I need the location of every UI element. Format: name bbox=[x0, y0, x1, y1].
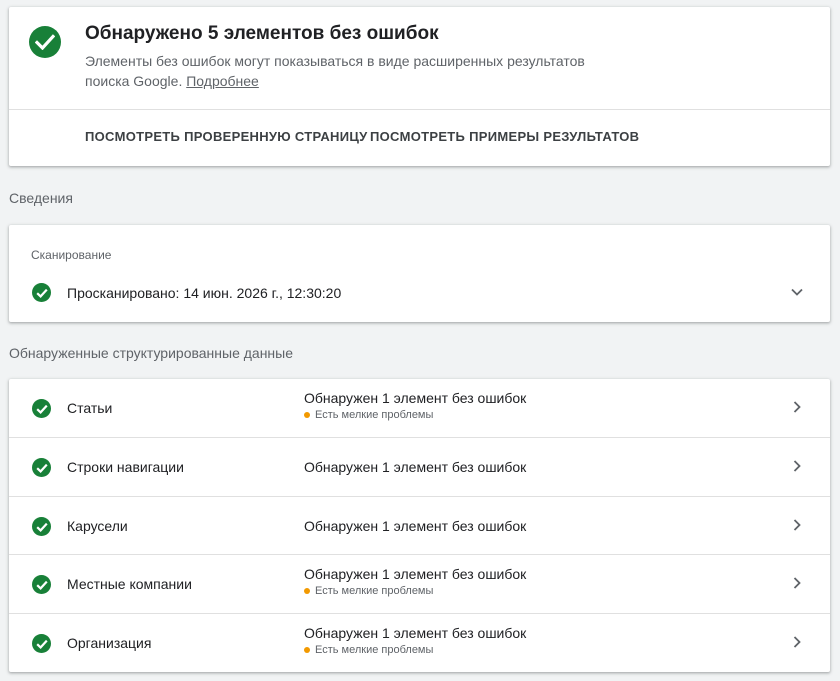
item-issue: Есть мелкие проблемы bbox=[304, 409, 433, 421]
chevron-right-icon[interactable] bbox=[790, 459, 804, 473]
crawl-status: Просканировано: 14 июн. 2026 г., 12:30:2… bbox=[67, 285, 342, 301]
list-item[interactable]: Карусели Обнаружен 1 элемент без ошибок bbox=[9, 497, 830, 555]
warning-dot-icon bbox=[304, 412, 310, 418]
check-circle-icon bbox=[32, 399, 51, 418]
summary-title: Обнаружено 5 элементов без ошибок bbox=[85, 23, 439, 44]
chevron-down-icon[interactable] bbox=[790, 285, 804, 299]
check-circle-icon bbox=[32, 458, 51, 477]
item-status: Обнаружен 1 элемент без ошибок bbox=[304, 459, 527, 475]
summary-card: Обнаружено 5 элементов без ошибок Элемен… bbox=[9, 7, 830, 166]
chevron-right-icon[interactable] bbox=[790, 518, 804, 532]
view-result-examples-button[interactable]: ПОСМОТРЕТЬ ПРИМЕРЫ РЕЗУЛЬТАТОВ bbox=[370, 129, 639, 144]
summary-description: Элементы без ошибок могут показываться в… bbox=[85, 51, 595, 91]
summary-description-text: Элементы без ошибок могут показываться в… bbox=[85, 53, 585, 89]
item-name: Строки навигации bbox=[67, 459, 184, 475]
check-circle-icon bbox=[32, 517, 51, 536]
list-item[interactable]: Местные компании Обнаружен 1 элемент без … bbox=[9, 555, 830, 614]
list-item[interactable]: Статьи Обнаружен 1 элемент без ошибок Есть… bbox=[9, 379, 830, 438]
warning-dot-icon bbox=[304, 588, 310, 594]
chevron-right-icon[interactable] bbox=[790, 400, 804, 414]
view-tested-page-button[interactable]: ПОСМОТРЕТЬ ПРОВЕРЕННУЮ СТРАНИЦУ bbox=[85, 129, 368, 144]
divider bbox=[9, 109, 830, 110]
warning-dot-icon bbox=[304, 647, 310, 653]
item-issue-text: Есть мелкие проблемы bbox=[315, 585, 434, 597]
item-name: Статьи bbox=[67, 400, 113, 416]
item-status: Обнаружен 1 элемент без ошибок bbox=[304, 566, 527, 582]
check-circle-icon bbox=[32, 575, 51, 594]
check-circle-icon bbox=[32, 634, 51, 653]
item-status: Обнаружен 1 элемент без ошибок bbox=[304, 390, 527, 406]
item-name: Местные компании bbox=[67, 576, 192, 592]
item-name: Организация bbox=[67, 635, 152, 651]
learn-more-link[interactable]: Подробнее bbox=[186, 73, 259, 89]
item-issue-text: Есть мелкие проблемы bbox=[315, 644, 434, 656]
structured-data-heading: Обнаруженные структурированные данные bbox=[9, 345, 294, 361]
item-issue: Есть мелкие проблемы bbox=[304, 644, 433, 656]
item-issue-text: Есть мелкие проблемы bbox=[315, 409, 434, 421]
check-circle-icon bbox=[32, 283, 51, 302]
list-item[interactable]: Строки навигации Обнаружен 1 элемент без … bbox=[9, 438, 830, 497]
structured-data-list: Статьи Обнаружен 1 элемент без ошибок Есть… bbox=[9, 379, 830, 672]
item-issue: Есть мелкие проблемы bbox=[304, 585, 433, 597]
item-status: Обнаружен 1 элемент без ошибок bbox=[304, 518, 527, 534]
item-status: Обнаружен 1 элемент без ошибок bbox=[304, 625, 527, 641]
chevron-right-icon[interactable] bbox=[790, 576, 804, 590]
crawl-card: Сканирование Просканировано: 14 июн. 202… bbox=[9, 225, 830, 322]
details-heading: Сведения bbox=[9, 190, 73, 206]
chevron-right-icon[interactable] bbox=[790, 635, 804, 649]
check-circle-icon bbox=[29, 26, 61, 58]
list-item[interactable]: Организация Обнаружен 1 элемент без ошибо… bbox=[9, 614, 830, 672]
item-name: Карусели bbox=[67, 518, 128, 534]
crawl-label: Сканирование bbox=[31, 248, 112, 262]
